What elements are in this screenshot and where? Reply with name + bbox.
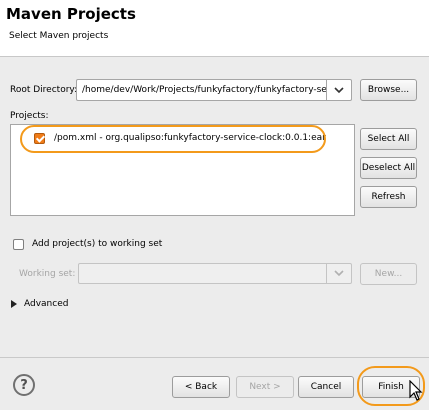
- root-directory-combo[interactable]: /home/dev/Work/Projects/funkyfactory/fun…: [76, 79, 352, 101]
- wizard-header: Maven Projects Select Maven projects: [0, 0, 429, 57]
- highlight-annotation: [20, 125, 326, 153]
- next-button[interactable]: Next >: [236, 376, 294, 398]
- chevron-down-icon[interactable]: [326, 80, 351, 100]
- help-icon[interactable]: ?: [13, 374, 35, 396]
- page-title: Maven Projects: [6, 5, 136, 23]
- refresh-button[interactable]: Refresh: [360, 186, 417, 208]
- chevron-down-icon[interactable]: [326, 264, 351, 283]
- select-all-button[interactable]: Select All: [360, 128, 417, 150]
- add-working-set-label[interactable]: Add project(s) to working set: [32, 239, 162, 249]
- triangle-right-icon[interactable]: [11, 300, 17, 311]
- cancel-button[interactable]: Cancel: [298, 376, 354, 398]
- page-subtitle: Select Maven projects: [9, 31, 109, 41]
- add-working-set-checkbox[interactable]: [13, 239, 24, 250]
- working-set-label: Working set:: [19, 269, 76, 279]
- projects-label: Projects:: [10, 111, 49, 121]
- mouse-cursor-icon: [409, 379, 423, 405]
- advanced-label[interactable]: Advanced: [24, 299, 68, 309]
- root-directory-label: Root Directory:: [10, 85, 78, 95]
- root-directory-value[interactable]: /home/dev/Work/Projects/funkyfactory/fun…: [82, 85, 326, 95]
- working-set-combo[interactable]: [78, 263, 352, 284]
- new-working-set-button[interactable]: New...: [360, 263, 417, 285]
- browse-button[interactable]: Browse...: [360, 79, 417, 101]
- back-button[interactable]: < Back: [172, 376, 230, 398]
- deselect-all-button[interactable]: Deselect All: [360, 157, 417, 179]
- footer-separator: [0, 357, 429, 358]
